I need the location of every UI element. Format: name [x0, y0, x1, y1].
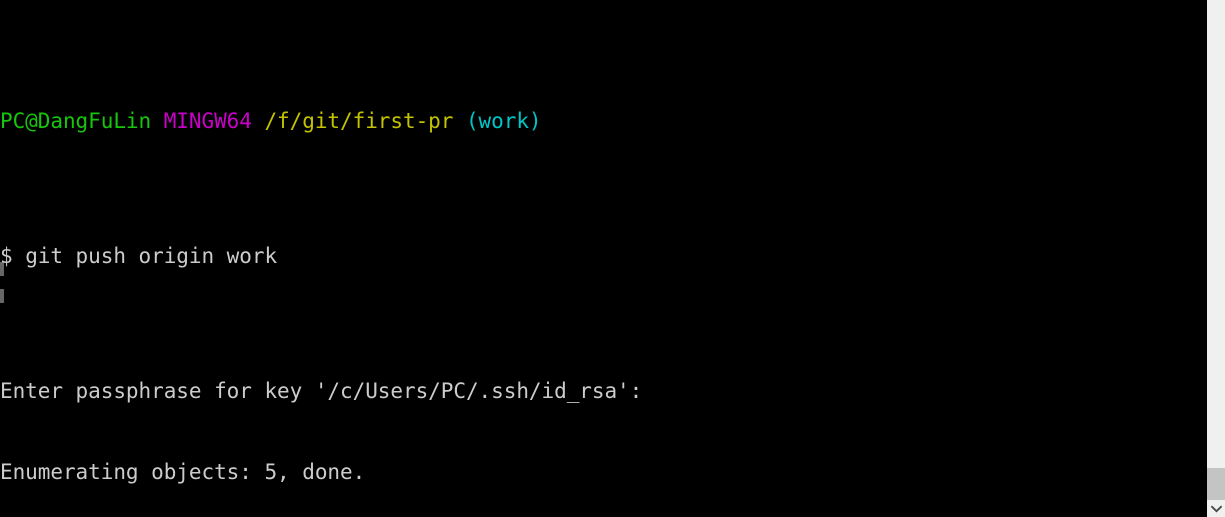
- scrollbar-down-button[interactable]: [1207, 500, 1225, 517]
- prompt-shell-label: MINGW64: [163, 109, 252, 133]
- terminal-output: PC@DangFuLin MINGW64 /f/git/first-pr (wo…: [0, 0, 1206, 517]
- vertical-scrollbar[interactable]: [1206, 0, 1225, 517]
- output-line: Enumerating objects: 5, done.: [0, 460, 366, 484]
- command-text: git push origin work: [25, 244, 278, 268]
- terminal-window: PC@DangFuLin MINGW64 /f/git/first-pr (wo…: [0, 0, 1225, 517]
- prompt-branch: (work): [465, 109, 542, 133]
- scrollbar-track[interactable]: [1207, 0, 1225, 500]
- scrollbar-thumb[interactable]: [1207, 468, 1225, 500]
- command-line: $ git push origin work: [0, 243, 1206, 270]
- prompt-user-host: PC@DangFuLin: [0, 109, 152, 133]
- prompt-space-1: [151, 109, 164, 133]
- terminal-screen[interactable]: PC@DangFuLin MINGW64 /f/git/first-pr (wo…: [0, 0, 1206, 517]
- output-line: Enter passphrase for key '/c/Users/PC/.s…: [0, 379, 643, 403]
- prompt-line-first: PC@DangFuLin MINGW64 /f/git/first-pr (wo…: [0, 108, 1206, 135]
- prompt-space-3: [453, 109, 466, 133]
- prompt-symbol-first: $: [0, 244, 13, 268]
- command-space: [13, 244, 26, 268]
- chevron-down-icon: [1210, 504, 1222, 513]
- prompt-path: /f/git/first-pr: [264, 109, 454, 133]
- prompt-space-2: [252, 109, 265, 133]
